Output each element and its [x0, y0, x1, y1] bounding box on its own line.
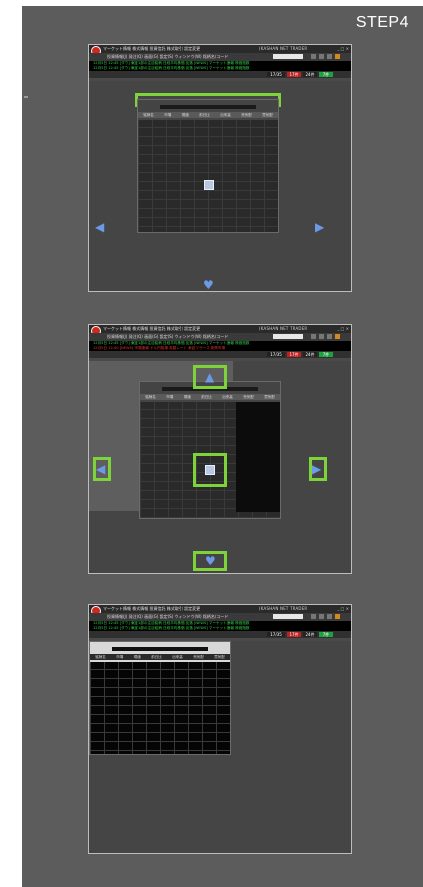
toolbar-button-icon[interactable] — [327, 54, 332, 59]
app-name: (KASHAN NET TRADER — [259, 326, 308, 331]
status-count: 7件 — [319, 352, 333, 357]
status-line: 17/35 17件 24件 7件 — [89, 71, 351, 78]
toolbar: 投資情報(J) 発注(Q) 画面(G) 設定(S) ウィンドウ(W) 銘柄名/コ… — [89, 53, 351, 61]
dock-right-arrow-icon[interactable]: ▶ — [312, 463, 321, 475]
app-menu[interactable]: マーケット情報 株式情報 投資信託 株式取引 設定変更 — [103, 606, 200, 612]
screenshot-1: マーケット情報 株式情報 投資信託 株式取引 設定変更 (KASHAN NET … — [88, 44, 352, 292]
dock-top-arrow-icon[interactable]: ▲ — [205, 371, 214, 383]
quote-board-window[interactable]: 銘柄名 市場 現値 前日比 出来高 売気配 買気配 — [137, 99, 279, 233]
dock-left-arrow-icon[interactable]: ◀ — [95, 221, 104, 233]
stock-code-input[interactable] — [273, 614, 303, 619]
status-count: 24件 — [303, 632, 317, 637]
app-menu[interactable]: マーケット情報 株式情報 投資信託 株式取引 設定変更 — [103, 326, 200, 332]
dock-right-arrow-icon[interactable]: ▶ — [315, 221, 324, 233]
app-name: (KASHAN NET TRADER — [259, 46, 308, 51]
dock-center-icon[interactable] — [200, 176, 218, 194]
board-columns: 銘柄名 市場 現値 前日比 出来高 売気配 買気配 — [138, 112, 278, 118]
board-columns: 銘柄名 市場 現値 前日比 出来高 売気配 買気配 — [90, 654, 230, 660]
status-count: 17/35 — [267, 72, 285, 77]
quote-board-window[interactable]: 銘柄名 市場 現値 前日比 出来高 売気配 買気配 — [139, 381, 281, 519]
workspace: 銘柄名 市場 現値 前日比 出来高 売気配 買気配 ◀ ▶ ♥ — [89, 81, 351, 291]
dock-center-icon[interactable] — [201, 461, 219, 479]
toolbar-button-icon[interactable] — [311, 334, 316, 339]
title-bar: マーケット情報 株式情報 投資信託 株式取引 設定変更 (KASHAN NET … — [89, 325, 351, 336]
toolbar-button-icon[interactable] — [335, 614, 340, 619]
status-count: 7件 — [319, 72, 333, 77]
dock-bottom-arrow-icon[interactable]: ♥ — [205, 555, 216, 567]
board-columns: 銘柄名 市場 現値 前日比 出来高 売気配 買気配 — [140, 394, 280, 400]
toolbar-button-icon[interactable] — [335, 54, 340, 59]
toolbar-button-icon[interactable] — [319, 334, 324, 339]
dock-bottom-arrow-icon[interactable]: ♥ — [203, 279, 214, 291]
toolbar-menu[interactable]: 投資情報(J) 発注(Q) 画面(G) 設定(S) ウィンドウ(W) 銘柄名/コ… — [107, 614, 228, 620]
toolbar-button-icon[interactable] — [319, 614, 324, 619]
step-label: STEP4 — [355, 14, 409, 31]
window-buttons[interactable]: _ □ × — [337, 46, 349, 51]
status-count: 24件 — [303, 352, 317, 357]
side-tick — [24, 96, 28, 98]
board-header: 銘柄名 市場 現値 前日比 出来高 売気配 買気配 — [138, 100, 278, 120]
screenshot-3: マーケット情報 株式情報 投資信託 株式取引 設定変更 (KASHAN NET … — [88, 604, 352, 854]
stock-code-input[interactable] — [273, 54, 303, 59]
docked-quote-board[interactable]: 銘柄名 市場 現値 前日比 出来高 売気配 買気配 — [89, 641, 231, 755]
window-buttons[interactable]: _ □ × — [337, 326, 349, 331]
title-bar: マーケット情報 株式情報 投資信託 株式取引 設定変更 (KASHAN NET … — [89, 45, 351, 56]
status-count: 17件 — [287, 72, 301, 77]
toolbar-button-icon[interactable] — [311, 54, 316, 59]
toolbar: 投資情報(J) 発注(Q) 画面(G) 設定(S) ウィンドウ(W) 銘柄名/コ… — [89, 613, 351, 621]
toolbar: 投資情報(J) 発注(Q) 画面(G) 設定(S) ウィンドウ(W) 銘柄名/コ… — [89, 333, 351, 341]
app-name: (KASHAN NET TRADER — [259, 606, 308, 611]
app-menu[interactable]: マーケット情報 株式情報 投資信託 株式取引 設定変更 — [103, 46, 200, 52]
toolbar-menu[interactable]: 投資情報(J) 発注(Q) 画面(G) 設定(S) ウィンドウ(W) 銘柄名/コ… — [107, 334, 228, 340]
toolbar-button-icon[interactable] — [327, 334, 332, 339]
dock-left-arrow-icon[interactable]: ◀ — [96, 463, 105, 475]
board-header: 銘柄名 市場 現値 前日比 出来高 売気配 買気配 — [90, 642, 230, 662]
tutorial-panel: STEP4 マーケット情報 株式情報 投資信託 株式取引 設定変更 (KASHA… — [22, 6, 423, 887]
window-buttons[interactable]: _ □ × — [337, 606, 349, 611]
toolbar-button-icon[interactable] — [327, 614, 332, 619]
title-bar: マーケット情報 株式情報 投資信託 株式取引 設定変更 (KASHAN NET … — [89, 605, 351, 616]
screenshot-2: マーケット情報 株式情報 投資信託 株式取引 設定変更 (KASHAN NET … — [88, 324, 352, 574]
status-count: 24件 — [303, 72, 317, 77]
status-count: 17/35 — [267, 352, 285, 357]
status-count: 17件 — [287, 632, 301, 637]
toolbar-menu[interactable]: 投資情報(J) 発注(Q) 画面(G) 設定(S) ウィンドウ(W) 銘柄名/コ… — [107, 54, 228, 60]
status-line: 17/35 17件 24件 7件 — [89, 351, 351, 358]
toolbar-button-icon[interactable] — [311, 614, 316, 619]
toolbar-button-icon[interactable] — [335, 334, 340, 339]
stock-code-input[interactable] — [273, 334, 303, 339]
workspace: 銘柄名 市場 現値 前日比 出来高 売気配 買気配 ▲ ◀ ▶ ♥ — [89, 361, 351, 573]
status-line: 17/35 17件 24件 7件 — [89, 631, 351, 638]
status-count: 7件 — [319, 632, 333, 637]
status-count: 17件 — [287, 352, 301, 357]
toolbar-button-icon[interactable] — [319, 54, 324, 59]
status-count: 17/35 — [267, 632, 285, 637]
workspace: 銘柄名 市場 現値 前日比 出来高 売気配 買気配 — [89, 641, 351, 853]
